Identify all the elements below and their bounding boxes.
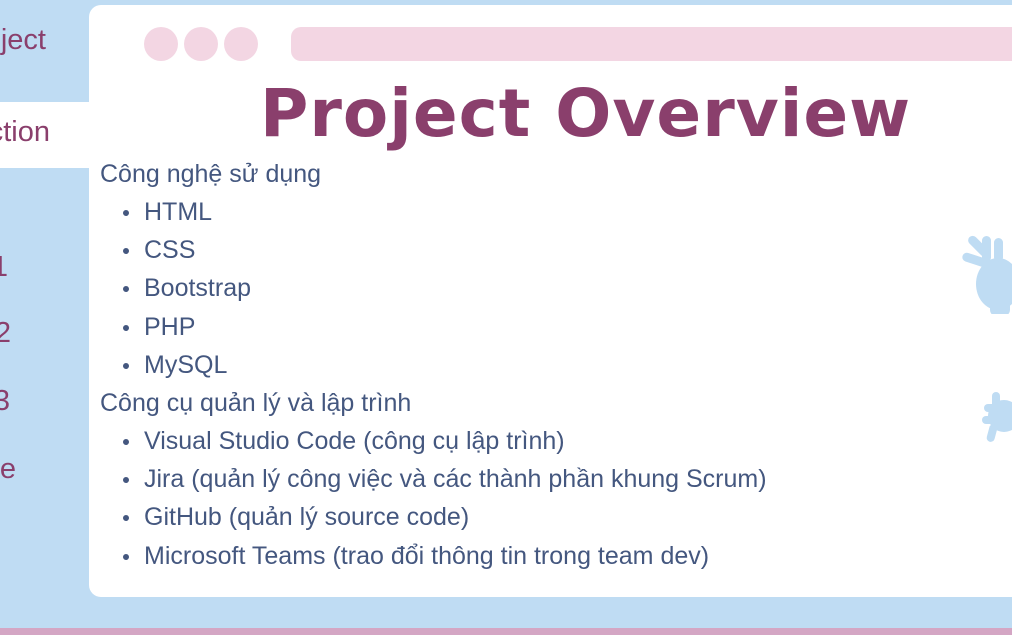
tools-list: Visual Studio Code (công cụ lập trình) J… [100,422,767,575]
overview-content: Công nghệ sử dụng HTML CSS Bootstrap PHP… [100,155,767,575]
window-dot-icon [224,27,258,61]
nav-item-project[interactable]: ject [1,24,46,57]
hand-icon [982,392,1012,442]
page-title: Project Overview [260,75,912,152]
list-item: Jira (quản lý công việc và các thành phầ… [100,460,767,498]
slide-stage: ject ction 1 2 3 e Project Overview Công… [0,0,1012,635]
list-item: MySQL [100,346,767,384]
tech-list: HTML CSS Bootstrap PHP MySQL [100,193,767,384]
browser-window-card: Project Overview Công nghệ sử dụng HTML … [89,5,1012,597]
nav-item-3[interactable]: 3 [0,385,10,418]
window-dot-icon [184,27,218,61]
window-dot-icon [144,27,178,61]
list-item: GitHub (quản lý source code) [100,498,767,536]
nav-item-section-active[interactable]: ction [0,102,100,168]
list-item: HTML [100,193,767,231]
nav-item-1[interactable]: 1 [0,251,8,284]
list-item: Microsoft Teams (trao đổi thông tin tron… [100,537,767,575]
address-bar [291,27,1012,61]
list-item: CSS [100,231,767,269]
list-item: PHP [100,308,767,346]
hand-icon [962,235,1012,314]
nav-item-e[interactable]: e [0,453,16,486]
list-item: Bootstrap [100,269,767,307]
group-heading-tech: Công nghệ sử dụng [100,160,322,188]
group-heading-tools: Công cụ quản lý và lập trình [100,388,412,417]
nav-item-label: ction [0,116,50,148]
nav-item-2[interactable]: 2 [0,317,11,350]
bottom-strip [0,628,1012,635]
list-item: Visual Studio Code (công cụ lập trình) [100,422,767,460]
